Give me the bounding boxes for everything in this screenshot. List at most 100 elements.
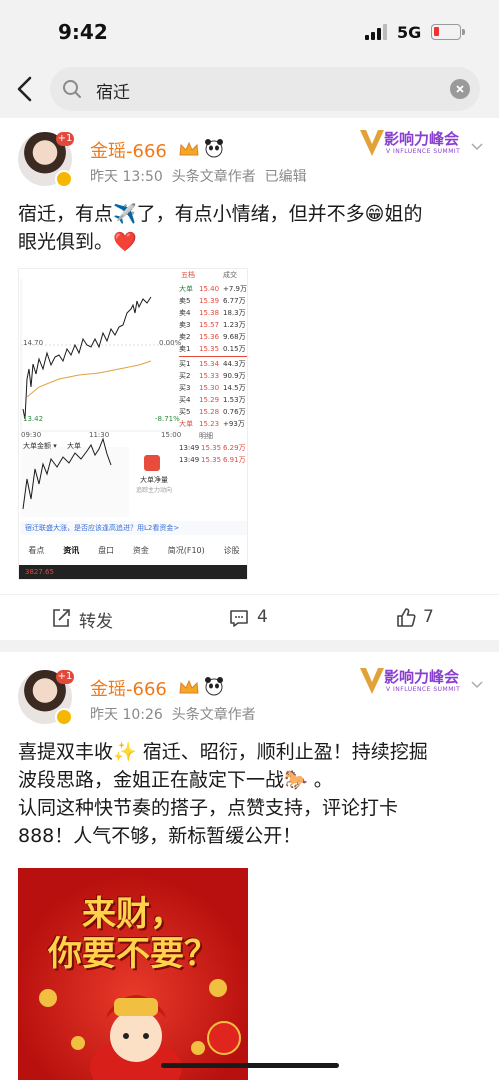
row-label: 卖2 [179, 333, 191, 341]
pct-low-label: -8.71% [155, 415, 180, 423]
share-icon[interactable] [50, 607, 72, 629]
clear-search-button[interactable] [450, 79, 470, 99]
price-low-label: 13.42 [23, 415, 44, 423]
username[interactable]: 金瑶-666 [90, 675, 167, 701]
row-label: 买2 [179, 372, 191, 380]
row-vol: 18.3万 [223, 309, 246, 317]
row-vol: 1.53万 [223, 396, 246, 404]
tab-zijin[interactable]: 资金 [133, 545, 149, 556]
status-bar: 9:42 5G [0, 0, 499, 64]
summit-title: 影响力峰会 [384, 130, 460, 148]
trade-vol: 6.91万 [223, 456, 246, 464]
post-card[interactable]: +1 金瑶-666 昨天 10:26 头条文章作者 影响力峰会 V INFLUE… [0, 652, 499, 1080]
order-book-row: 买4 15.29 1.53万 [179, 394, 247, 406]
detail-label: 明细 [199, 432, 213, 440]
battery-icon [431, 24, 465, 40]
order-book-row: 买3 15.30 14.5万 [179, 382, 247, 394]
row-label: 卖4 [179, 309, 191, 317]
row-price: 15.33 [199, 372, 220, 380]
comment-count[interactable]: 4 [257, 607, 268, 627]
thumbs-up-icon[interactable] [395, 607, 417, 629]
order-book-row: 卖1 15.35 0.15万 [179, 343, 247, 355]
row-vol: 9.68万 [223, 333, 246, 341]
forward-button[interactable]: 转发 [79, 607, 113, 632]
promo-subtitle: 追踪主力动向 [135, 487, 172, 494]
crown-icon [179, 679, 199, 694]
search-query: 宿迁 [96, 83, 130, 103]
row-price: 15.39 [199, 297, 220, 305]
l2-banner-link[interactable]: 宿迁联盛大涨，是否应该逢高追进？用L2看资金> [25, 523, 179, 533]
row-price: 15.30 [199, 384, 220, 392]
post-card[interactable]: +1 金瑶-666 昨天 13:50 头条文章作者 已编辑 影响力峰会 V IN… [0, 118, 499, 640]
row-label: 买3 [179, 384, 191, 392]
summit-title: 影响力峰会 [384, 668, 460, 686]
post-image[interactable]: 来财， 你要不要？ [18, 868, 248, 1080]
god-of-wealth-illustration [39, 979, 241, 1080]
row-label: 大单 [179, 285, 193, 293]
influence-summit-badge[interactable]: 影响力峰会 V INFLUENCE SUMMIT [358, 664, 470, 702]
influence-summit-badge[interactable]: 影响力峰会 V INFLUENCE SUMMIT [358, 126, 470, 164]
edited-label: 已编辑 [264, 169, 307, 185]
row-price: 15.57 [199, 321, 220, 329]
summit-subtitle: V INFLUENCE SUMMIT [386, 686, 461, 693]
post-text: 喜提双丰收✨ 宿迁、昭衍，顺利止盈！持续挖掘 波段思路，金姐正在敲定下一战🐎 。… [18, 738, 483, 850]
row-price: 15.35 [199, 345, 220, 353]
trade-time: 13:49 [179, 456, 200, 464]
search-header: 宿迁 [0, 64, 499, 116]
row-price: 15.38 [199, 309, 220, 317]
row-vol: 14.5万 [223, 384, 246, 392]
post-actions: 转发 4 7 [0, 594, 499, 640]
row-price: 15.34 [199, 360, 220, 368]
row-label: 卖3 [179, 321, 191, 329]
time-mid-label: 11:30 [89, 431, 110, 439]
search-input[interactable]: 宿迁 [50, 67, 480, 111]
big-sell-row: 大单 15.23 +93万 [179, 418, 247, 430]
tab-zhengu[interactable]: 诊股 [224, 545, 240, 556]
avatar-badge: +1 [56, 670, 74, 684]
indicator-select[interactable]: 大单金额 ▾ [23, 441, 57, 451]
tab-pankou[interactable]: 盘口 [98, 545, 114, 556]
post-time: 昨天 13:50 [90, 169, 163, 185]
price-high-label: 14.70 [23, 339, 44, 347]
panda-icon [205, 139, 223, 158]
home-indicator [161, 1063, 339, 1068]
post-text-line: 888！人气不够，新标暂缓公开！ [18, 825, 302, 847]
row-label: 买4 [179, 396, 191, 404]
status-time: 9:42 [58, 20, 108, 44]
chevron-down-icon[interactable] [470, 142, 484, 152]
order-book-row: 卖4 15.38 18.3万 [179, 307, 247, 319]
summit-v-icon [360, 130, 384, 156]
trade-time: 13:49 [179, 444, 200, 452]
tab-zixun[interactable]: 资讯 [63, 545, 79, 556]
post-text-line: 认同这种快节奏的搭子，点赞支持，评论打卡 [18, 797, 399, 819]
row-vol: +93万 [223, 420, 245, 428]
comment-icon[interactable] [228, 607, 250, 629]
book-tab[interactable]: 五档 [181, 270, 195, 280]
pct-mid-label: 0.00% [159, 339, 182, 347]
row-vol: 0.15万 [223, 345, 246, 353]
like-count[interactable]: 7 [423, 607, 434, 627]
trade-tab[interactable]: 成交 [223, 270, 237, 280]
chevron-down-icon[interactable] [470, 680, 484, 690]
tab-f10[interactable]: 简况(F10) [168, 545, 205, 556]
post-meta: 昨天 10:26 头条文章作者 [90, 704, 256, 724]
row-vol: 0.76万 [223, 408, 246, 416]
row-price: 15.29 [199, 396, 220, 404]
verified-badge-icon [55, 170, 73, 188]
post-text: 宿迁，有点✈️了，有点小情绪，但并不多😁姐的 眼光俱到。❤️ [18, 200, 483, 256]
tab-kandian[interactable]: 看点 [28, 545, 44, 556]
row-label: 买1 [179, 360, 191, 368]
indicator-label: 大单 [67, 442, 81, 450]
order-book-row: 买1 15.34 44.3万 [179, 358, 247, 370]
row-vol: 44.3万 [223, 360, 246, 368]
signal-icon [365, 24, 389, 40]
username[interactable]: 金瑶-666 [90, 137, 167, 163]
back-arrow-icon[interactable] [12, 72, 40, 106]
stock-tabs: 看点 资讯 盘口 资金 简况(F10) 诊股 [19, 545, 247, 556]
trade-row: 13:49 15.35 6.91万 [179, 454, 247, 466]
row-vol: +7.9万 [223, 285, 247, 293]
row-vol: 1.23万 [223, 321, 246, 329]
time-start-label: 09:30 [21, 431, 42, 439]
row-price: 15.23 [199, 420, 220, 428]
stock-screenshot-image[interactable]: 五档 成交 14.70 0.00% 13.42 -8.71% 09:30 11:… [18, 268, 248, 580]
